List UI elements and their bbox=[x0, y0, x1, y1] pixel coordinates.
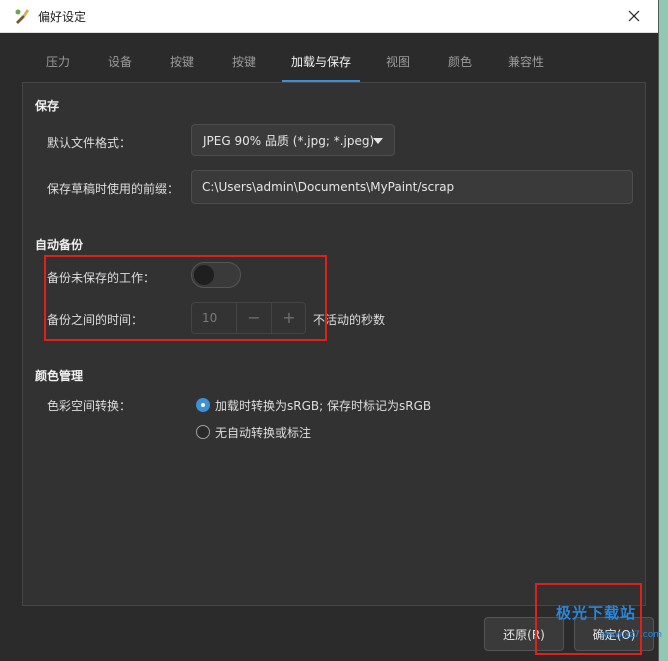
no-conversion-radio[interactable] bbox=[196, 425, 210, 439]
scrap-prefix-input[interactable]: C:\Users\admin\Documents\MyPaint/scrap bbox=[191, 170, 633, 204]
tab-bar: 压力 设备 按键 按键 加载与保存 视图 颜色 兼容性 bbox=[22, 44, 646, 83]
no-conversion-label[interactable]: 无自动转换或标注 bbox=[215, 424, 311, 441]
dropdown-arrow-icon bbox=[373, 138, 383, 144]
window-title: 偏好设定 bbox=[38, 10, 87, 24]
settings-panel bbox=[22, 82, 646, 606]
watermark-url: www.xz7.com bbox=[600, 630, 662, 640]
colorspace-conversion-label: 色彩空间转换： bbox=[47, 399, 132, 413]
autosave-section-title: 自动备份 bbox=[35, 238, 84, 252]
close-icon bbox=[628, 10, 640, 22]
scrap-prefix-value: C:\Users\admin\Documents\MyPaint/scrap bbox=[202, 180, 455, 194]
save-section-title: 保存 bbox=[35, 99, 60, 113]
watermark-logo: 极光下载站 bbox=[556, 604, 637, 622]
convert-srgb-radio[interactable] bbox=[196, 398, 210, 412]
color-management-section-title: 颜色管理 bbox=[35, 369, 84, 383]
tab-load-save[interactable]: 加载与保存 bbox=[282, 44, 360, 82]
convert-srgb-label[interactable]: 加载时转换为sRGB; 保存时标记为sRGB bbox=[215, 397, 431, 414]
tab-devices[interactable]: 设备 bbox=[98, 44, 142, 80]
scrap-prefix-label: 保存草稿时使用的前缀： bbox=[47, 182, 180, 196]
title-bar: 偏好设定 bbox=[0, 0, 658, 33]
tab-compatibility[interactable]: 兼容性 bbox=[500, 44, 552, 80]
close-button[interactable] bbox=[614, 0, 654, 32]
annotation-highlight-autosave bbox=[44, 255, 327, 341]
default-format-dropdown[interactable]: JPEG 90% 品质 (*.jpg; *.jpeg) bbox=[191, 124, 395, 156]
tab-view[interactable]: 视图 bbox=[376, 44, 420, 80]
default-format-label: 默认文件格式： bbox=[47, 136, 132, 150]
tab-pressure[interactable]: 压力 bbox=[36, 44, 80, 80]
tab-keys[interactable]: 按键 bbox=[222, 44, 266, 80]
tab-buttons[interactable]: 按键 bbox=[160, 44, 204, 80]
default-format-value: JPEG 90% 品质 (*.jpg; *.jpeg) bbox=[203, 133, 375, 148]
mypaint-app-icon bbox=[15, 9, 29, 24]
tab-color[interactable]: 颜色 bbox=[438, 44, 482, 80]
